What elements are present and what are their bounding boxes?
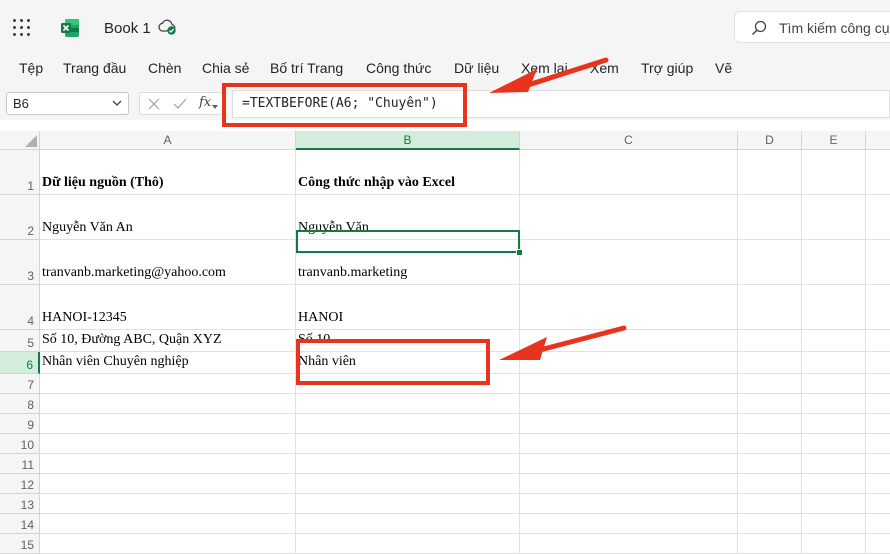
annotation-arrows bbox=[489, 57, 627, 360]
result-arrow-icon bbox=[499, 337, 547, 360]
formula-arrow-icon bbox=[489, 69, 537, 93]
